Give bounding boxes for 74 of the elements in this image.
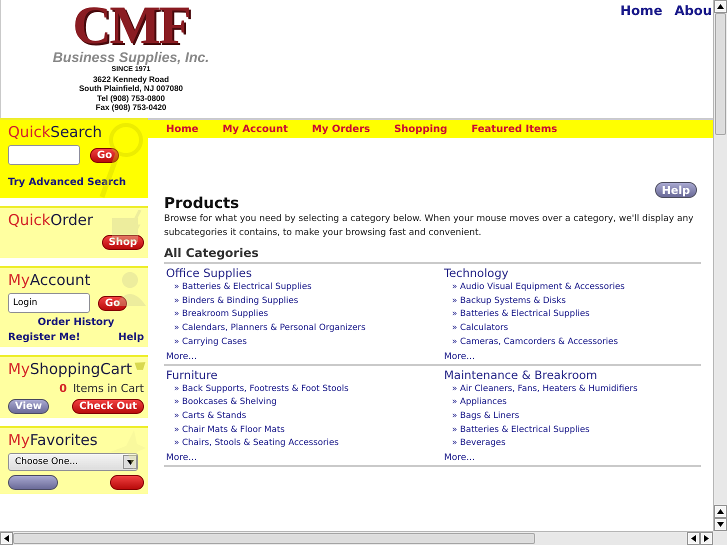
go-button[interactable]: Go bbox=[98, 296, 128, 310]
subcategory-link[interactable]: » Batteries & Electrical Supplies bbox=[166, 281, 444, 295]
arrow-right-icon bbox=[704, 535, 709, 542]
nav-link[interactable]: Shopping bbox=[394, 124, 448, 134]
more-link[interactable]: More... bbox=[166, 352, 444, 362]
arrow-left-icon bbox=[691, 535, 696, 542]
more-link[interactable]: More... bbox=[444, 352, 699, 362]
subcategory-link[interactable]: » Audio Visual Equipment & Accessories bbox=[444, 281, 699, 295]
search-field[interactable] bbox=[8, 145, 80, 165]
subcategory-link[interactable]: » Appliances bbox=[444, 396, 699, 410]
subcategory-link[interactable]: » Back Supports, Footrests & Foot Stools bbox=[166, 382, 444, 396]
category-link[interactable]: Furniture bbox=[166, 368, 444, 382]
dropdown-arrow-icon bbox=[126, 460, 134, 464]
nav-link[interactable]: Featured Items bbox=[471, 124, 558, 134]
subcategory-link[interactable]: » Carts & Stands bbox=[166, 410, 444, 424]
favorites-select[interactable]: Choose One... bbox=[8, 453, 138, 471]
logo-mark: CMF bbox=[72, 2, 190, 48]
intro-text: Browse for what you need by selecting a category below. When your mouse moves over a category, we'll display any subcategories it contains, to make your browsing fast and convenient. bbox=[164, 213, 694, 240]
address-line: South Plainfield, NJ 007080 bbox=[78, 84, 184, 94]
more-link[interactable]: More... bbox=[444, 453, 699, 464]
box-title: MyShoppingCart bbox=[8, 360, 132, 378]
arrow-up-icon bbox=[717, 4, 724, 9]
subcategory-link[interactable]: » Beverages bbox=[444, 437, 699, 452]
subcategory-link[interactable]: » Calculators bbox=[444, 322, 699, 336]
address-line: Fax (908) 753-0420 bbox=[96, 103, 166, 112]
nav-link[interactable]: My Account bbox=[222, 124, 288, 134]
subcategory-link[interactable]: » Bookcases & Shelving bbox=[166, 396, 444, 410]
manage-button[interactable] bbox=[8, 475, 58, 490]
subcategory-link[interactable]: » Backup Systems & Disks bbox=[444, 294, 699, 308]
advanced-search-link[interactable]: Try Advanced Search bbox=[8, 177, 144, 188]
subcategory-link[interactable]: » Batteries & Electrical Supplies bbox=[444, 308, 699, 322]
subcategory-link[interactable]: » Air Cleaners, Fans, Heaters & Humidifiers bbox=[444, 382, 699, 396]
help-link[interactable]: Help bbox=[118, 332, 144, 343]
subcategory-link[interactable]: » Bags & Liners bbox=[444, 410, 699, 424]
subcategory-link[interactable]: » Breakroom Supplies bbox=[166, 308, 444, 322]
top-link[interactable]: Home bbox=[620, 4, 662, 118]
scrollbar-corner bbox=[713, 531, 727, 545]
scrollbar-thumb[interactable] bbox=[13, 533, 535, 544]
category-link[interactable]: Technology bbox=[444, 266, 699, 280]
category-link[interactable]: Maintenance & Breakroom bbox=[444, 368, 699, 382]
register-link[interactable]: Register Me! bbox=[8, 332, 80, 343]
top-link[interactable]: Abou bbox=[674, 4, 712, 118]
company-name: Business Supplies, Inc. bbox=[52, 49, 210, 65]
go-button[interactable]: Go bbox=[90, 148, 120, 162]
shop-button[interactable] bbox=[110, 475, 144, 490]
box-title: MyAccount bbox=[8, 271, 90, 289]
order-history-link[interactable]: Order History bbox=[38, 317, 114, 328]
subcategory-link[interactable]: » Carrying Cases bbox=[166, 336, 444, 350]
arrow-left-icon bbox=[4, 535, 9, 542]
shop-button[interactable]: Shop bbox=[102, 235, 144, 250]
box-title: QuickOrder bbox=[8, 211, 94, 229]
more-link[interactable]: More... bbox=[166, 453, 444, 464]
cart-count: 0 bbox=[59, 382, 67, 395]
nav-link[interactable]: Home bbox=[166, 124, 198, 134]
arrow-up-icon bbox=[717, 509, 724, 514]
box-title: QuickSearch bbox=[8, 123, 102, 141]
address-line: 3622 Kennedy Road bbox=[92, 74, 170, 84]
section-heading: All Categories bbox=[164, 246, 701, 264]
scrollbar-thumb[interactable] bbox=[715, 13, 726, 135]
subcategory-link[interactable]: » Chair Mats & Floor Mats bbox=[166, 424, 444, 438]
arrow-down-icon bbox=[717, 522, 724, 527]
subcategory-link[interactable]: » Chairs, Stools & Seating Accessories bbox=[166, 437, 444, 452]
category-link[interactable]: Office Supplies bbox=[166, 266, 444, 280]
subcategory-link[interactable]: » Batteries & Electrical Supplies bbox=[444, 424, 699, 438]
cart-count-label: Items in Cart bbox=[72, 382, 144, 395]
subcategory-link[interactable]: » Cameras, Camcorders & Accessories bbox=[444, 336, 699, 350]
address-line: Tel (908) 753-0800 bbox=[97, 94, 165, 103]
checkout-button[interactable]: Check Out bbox=[72, 399, 144, 414]
subcategory-link[interactable]: » Calendars, Planners & Personal Organizers bbox=[166, 322, 444, 336]
subcategory-link[interactable]: » Binders & Binding Supplies bbox=[166, 294, 444, 308]
login-field[interactable]: Login bbox=[8, 293, 90, 313]
nav-link[interactable]: My Orders bbox=[312, 124, 370, 134]
box-title: MyFavorites bbox=[8, 431, 98, 449]
page-title: Products bbox=[164, 194, 240, 212]
